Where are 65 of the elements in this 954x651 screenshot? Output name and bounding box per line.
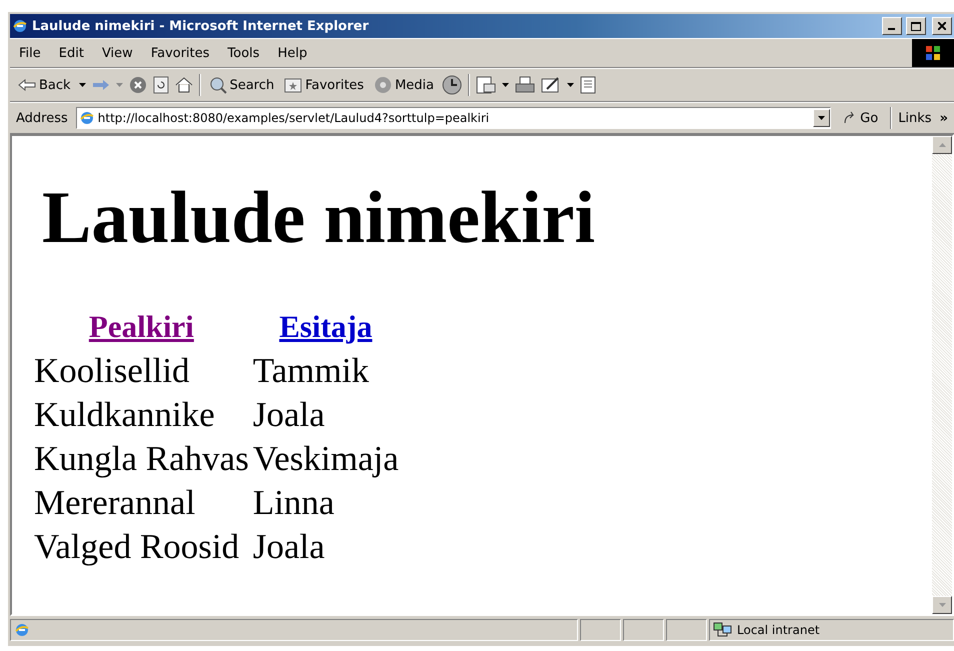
history-icon[interactable] [442,75,462,95]
back-arrow-icon [18,79,36,91]
window-title: Laulude nimekiri - Microsoft Internet Explorer [32,18,370,34]
address-field[interactable]: http://localhost:8080/examples/servlet/Laulud4?sorttulp=pealkiri [76,107,832,129]
zone-label: Local intranet [737,623,820,637]
table-cell-text: Mererannal [33,482,196,524]
caret-icon[interactable] [567,83,574,87]
caret-icon[interactable] [78,83,86,87]
links-button[interactable]: Links [896,110,934,126]
table-cell-text: Joala [252,394,326,436]
caret-icon [818,116,826,120]
disc-icon [374,76,392,94]
refresh-icon[interactable] [152,76,169,94]
go-button[interactable]: Go [835,110,886,126]
close-button[interactable] [932,17,952,35]
table-cell-text: Valged Roosid [33,526,240,568]
address-label: Address [15,110,69,126]
maximize-icon [911,22,921,30]
table-cell-text: Joala [252,526,326,568]
dropdown-button[interactable] [813,109,830,127]
print-icon[interactable] [515,76,536,94]
page-heading: Laulude nimekiri [42,176,596,261]
search-icon [208,76,227,94]
table-cell-text: Veskimaja [252,438,400,480]
column-link[interactable]: Pealkiri [88,309,194,344]
favorites-button[interactable]: Favorites [282,77,366,93]
table-cell-text: Koolisellid [33,350,191,392]
star-folder-icon [284,77,302,93]
scroll-down-button[interactable] [932,596,952,614]
scroll-up-button[interactable] [932,136,952,154]
minimize-button[interactable] [882,17,902,35]
table-cell-text: Kuldkannike [33,394,216,436]
down-arrow-icon [938,603,946,607]
caret-icon[interactable] [502,83,510,87]
menu-item[interactable]: Help [268,42,316,64]
back-button[interactable]: Back [16,78,73,92]
up-arrow-icon [938,143,946,147]
status-pane [666,619,707,641]
stop-icon[interactable] [128,76,147,94]
browser-icon [14,622,30,638]
search-button[interactable]: Search [206,76,276,94]
maximize-button[interactable] [906,17,926,35]
scrollbar[interactable] [932,136,952,614]
column-link[interactable]: Esitaja [279,309,372,344]
more-button[interactable]: » [938,110,950,126]
edit-icon[interactable] [541,76,562,94]
table-cell-text: Kungla Rahvas [33,438,250,480]
menu-item[interactable]: View [92,42,142,64]
menu-item[interactable]: Edit [50,42,93,64]
close-icon [938,22,946,30]
home-icon[interactable] [174,76,193,94]
browser-icon [12,18,28,34]
table-cell-text: Tammik [252,350,370,392]
document-icon[interactable] [580,76,596,94]
status-pane [623,619,664,641]
menu-item[interactable]: File [10,42,50,64]
flag-icon [925,45,941,61]
browser-icon [78,110,95,126]
table-cell-text: Linna [252,482,336,524]
media-button[interactable]: Media [372,76,436,94]
menu-item[interactable]: Tools [218,42,269,64]
network-icon [713,622,733,638]
mail-icon[interactable] [476,76,496,94]
menu-item[interactable]: Favorites [142,42,219,64]
status-pane [580,619,621,641]
